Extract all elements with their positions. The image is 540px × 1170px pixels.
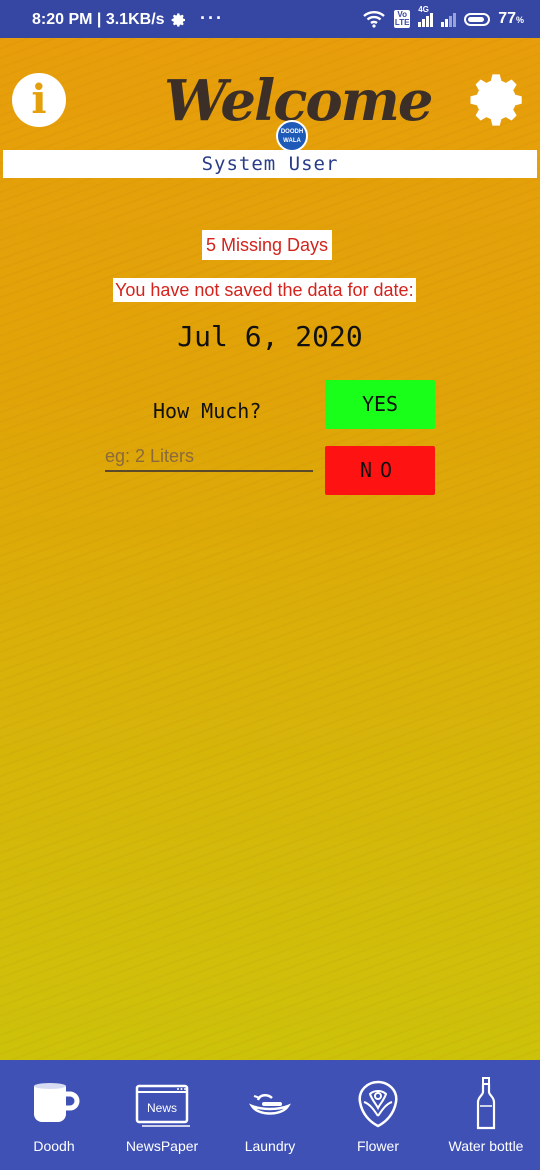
- nav-item-flower[interactable]: Flower: [324, 1060, 432, 1170]
- newspaper-icon: News: [135, 1084, 190, 1127]
- settings-gear-small-icon: [171, 13, 185, 27]
- status-more-dots: ···: [200, 8, 224, 28]
- settings-gear-icon[interactable]: [470, 71, 528, 129]
- nav-item-laundry[interactable]: Laundry: [216, 1060, 324, 1170]
- how-much-label: How Much?: [153, 399, 262, 423]
- missing-days-label: 5 Missing Days: [202, 230, 333, 260]
- wifi-icon: [363, 11, 385, 28]
- main-content: i Welcome DOODH WALA System User 5 Missi…: [0, 38, 540, 1060]
- network-type-label: 4G: [418, 5, 429, 14]
- bottom-nav: Doodh News NewsPaper Laundry Flower Wate…: [0, 1060, 540, 1170]
- battery-percent: 77%: [498, 10, 524, 27]
- nav-item-doodh[interactable]: Doodh: [0, 1060, 108, 1170]
- battery-icon: [464, 12, 491, 26]
- user-name-bar: System User: [3, 150, 537, 178]
- flower-icon: [358, 1080, 398, 1128]
- laundry-icon: [249, 1094, 291, 1115]
- quantity-input[interactable]: [105, 442, 313, 472]
- welcome-title: Welcome: [164, 68, 434, 134]
- no-button[interactable]: NO: [325, 446, 435, 495]
- missing-date: Jul 6, 2020: [177, 320, 363, 353]
- info-icon: i: [31, 76, 47, 123]
- nav-label-doodh: Doodh: [33, 1138, 75, 1154]
- not-saved-message: You have not saved the data for date:: [113, 278, 416, 302]
- status-time-speed: 8:20 PM | 3.1KB/s: [32, 11, 165, 28]
- water-bottle-icon: [476, 1077, 496, 1130]
- nav-label-laundry: Laundry: [244, 1138, 296, 1154]
- doodh-wala-logo-badge: DOODH WALA: [276, 120, 308, 152]
- nav-item-newspaper[interactable]: News NewsPaper: [108, 1060, 216, 1170]
- volte-icon: Vo LTE: [394, 10, 411, 28]
- newspaper-icon-text: News: [147, 1101, 177, 1115]
- nav-label-newspaper: NewsPaper: [125, 1138, 199, 1154]
- signal-strong-icon: 4G: [418, 5, 434, 27]
- nav-label-water-bottle: Water bottle: [448, 1138, 524, 1154]
- status-left: 8:20 PM | 3.1KB/s: [32, 11, 187, 29]
- nav-label-flower: Flower: [356, 1138, 399, 1154]
- status-right: Vo LTE 4G 77%: [362, 5, 524, 28]
- nav-item-water-bottle[interactable]: Water bottle: [432, 1060, 540, 1170]
- yes-button[interactable]: YES: [325, 380, 435, 429]
- signal-weak-icon: [441, 11, 457, 27]
- status-bar: 8:20 PM | 3.1KB/s ··· Vo LTE 4G 77%: [0, 0, 540, 38]
- cup-icon: [34, 1083, 80, 1122]
- info-button[interactable]: i: [12, 73, 66, 127]
